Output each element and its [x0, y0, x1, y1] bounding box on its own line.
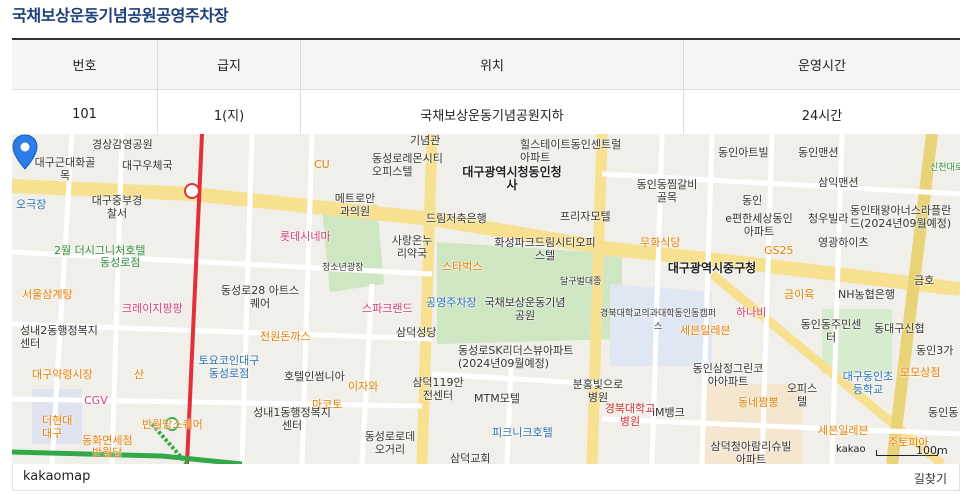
- map-label[interactable]: 사랑온누리약국: [387, 234, 437, 260]
- map-label[interactable]: 서울삼계탕: [22, 288, 73, 301]
- map-label[interactable]: 성내1동행정복지센터: [252, 406, 332, 432]
- map-label[interactable]: 롯데시네마: [280, 230, 331, 243]
- map-label[interactable]: 힐스테이트동인센트럴아파트: [520, 138, 630, 164]
- map-label[interactable]: 금호: [914, 274, 934, 287]
- map-label[interactable]: CGV: [84, 394, 108, 407]
- map-label[interactable]: 대구동인초등학교: [838, 370, 898, 396]
- map-label[interactable]: 삼덕교회: [450, 452, 490, 464]
- scale-label: 100m: [916, 444, 948, 457]
- map-label[interactable]: 이자와: [348, 380, 378, 393]
- header-number: 번호: [12, 39, 158, 90]
- map-label[interactable]: 동인동주민센터: [796, 318, 866, 344]
- header-hours: 운영시간: [683, 39, 960, 90]
- map-label[interactable]: 산: [134, 368, 144, 381]
- map-label[interactable]: 더현대대구: [42, 414, 82, 440]
- map-label[interactable]: 대구광역시청동인청사: [462, 166, 562, 192]
- map-label[interactable]: 동인삼정그린코아아파트: [688, 362, 768, 388]
- cell-grade: 1(지): [157, 89, 301, 139]
- map-label[interactable]: 동인: [742, 194, 762, 207]
- map-label[interactable]: 반월당스퀘어: [142, 418, 203, 431]
- location-pin-icon[interactable]: [12, 134, 38, 170]
- map-label[interactable]: 청소년광장: [322, 262, 363, 275]
- map-label[interactable]: NH농협은행: [838, 288, 895, 301]
- map-label[interactable]: 동인3가: [916, 344, 953, 357]
- map-label[interactable]: 대구우체국: [122, 159, 173, 172]
- map-label[interactable]: 드림저축은행: [426, 212, 487, 225]
- map-label[interactable]: MTM모텔: [474, 392, 520, 405]
- map-label[interactable]: 신천대로: [930, 162, 960, 175]
- map-label[interactable]: 경북대학교병원: [600, 402, 660, 428]
- map-label[interactable]: 공영주차장: [426, 296, 477, 309]
- table-row: 101 1(지) 국채보상운동기념공원지하 24시간: [12, 89, 960, 139]
- map-label[interactable]: 동인동: [928, 406, 958, 419]
- map-label[interactable]: 스타벅스: [442, 260, 482, 273]
- map-label[interactable]: 동성로레몬시티오피스텔: [372, 152, 452, 178]
- kakaomap-logo[interactable]: kakaomap: [23, 469, 90, 484]
- map-label[interactable]: 동성로로데오거리: [360, 430, 420, 456]
- map-label[interactable]: 메트로안과의원: [330, 192, 380, 218]
- map-label[interactable]: 세븐일레븐: [680, 324, 731, 337]
- map-label[interactable]: 국채보상운동기념공원: [480, 296, 570, 322]
- map-label[interactable]: 청우빌라: [808, 212, 848, 225]
- cell-number: 101: [12, 89, 158, 139]
- map-label[interactable]: 대구근대화골목: [30, 156, 100, 182]
- map-label[interactable]: 오극장: [16, 198, 46, 211]
- map-label[interactable]: 전원돈까스: [260, 330, 311, 343]
- map-label[interactable]: 하나비: [736, 306, 766, 319]
- kakao-mark: kakao: [836, 444, 866, 455]
- map-footer: kakaomap 길찾기: [12, 464, 960, 491]
- map-label[interactable]: 삼익맨션: [818, 176, 858, 189]
- map-label[interactable]: iM뱅크: [652, 406, 685, 419]
- map-label[interactable]: 반월당: [92, 446, 122, 459]
- map-label[interactable]: 동인동찜갈비골목: [632, 178, 702, 204]
- map-label[interactable]: 모모상점: [900, 366, 940, 379]
- map-label[interactable]: 오피스텔: [782, 382, 822, 408]
- map-label[interactable]: 대구광역시중구청: [662, 262, 762, 275]
- map-label[interactable]: 동성로28 아트스퀘어: [220, 284, 300, 310]
- map-label[interactable]: 토요코인대구동성로점: [194, 354, 264, 380]
- map-label[interactable]: 삼덕성당: [396, 326, 436, 339]
- parking-info-table: 번호 급지 위치 운영시간 101 1(지) 국채보상운동기념공원지하 24시간: [12, 38, 960, 139]
- map-label[interactable]: GS25: [764, 244, 794, 257]
- header-location: 위치: [300, 39, 684, 90]
- map-label[interactable]: 동성로점: [100, 256, 140, 269]
- map-label[interactable]: 동인아트빌: [718, 146, 769, 159]
- map-label[interactable]: 호텔인썸니아: [284, 370, 345, 383]
- map-label[interactable]: e편한세상동인아파트: [724, 212, 794, 238]
- map-label[interactable]: 대구중부경찰서: [87, 194, 147, 220]
- header-grade: 급지: [157, 39, 301, 90]
- map-label[interactable]: 동인태왕아너스라플란드(2024년09월예정): [850, 204, 960, 230]
- map-label[interactable]: 세븐일레븐: [818, 424, 869, 437]
- map-label[interactable]: 피크니크호텔: [492, 426, 553, 439]
- find-route-link[interactable]: 길찾기: [914, 470, 947, 487]
- map-label[interactable]: 화성파크드림시티오피스텔: [490, 236, 600, 262]
- map-label[interactable]: 크레이지팡팡: [122, 302, 183, 315]
- map-label[interactable]: 분홍빛으로병원: [568, 378, 628, 404]
- map-label[interactable]: 스파크랜드: [362, 302, 413, 315]
- map-label[interactable]: 달구벌대종: [560, 276, 601, 289]
- map-label[interactable]: 성내2동행정복지센터: [20, 324, 100, 350]
- kakao-map[interactable]: 경상감영공원 대구우체국 대구근대화골목 대구중부경찰서 오극장 2월 더시그니…: [12, 134, 960, 464]
- map-label[interactable]: 영광하이츠: [818, 236, 869, 249]
- map-label[interactable]: 동네짬뽕: [738, 396, 778, 409]
- page-title: 국채보상운동기념공원공영주차장: [12, 6, 229, 25]
- map-label[interactable]: 무화식당: [640, 236, 680, 249]
- map-label[interactable]: 대구약령시장: [32, 368, 93, 381]
- map-label[interactable]: 삼덕청아람리슈빌아파트: [706, 440, 796, 464]
- cell-hours: 24시간: [683, 89, 960, 139]
- map-label[interactable]: 금이육: [784, 288, 814, 301]
- map-label[interactable]: 동인맨션: [798, 146, 838, 159]
- map-label[interactable]: 경상감영공원: [92, 138, 153, 151]
- map-label[interactable]: 동성로SK리더스뷰아파트(2024년09월예정): [458, 344, 588, 370]
- cell-location: 국채보상운동기념공원지하: [300, 89, 684, 139]
- map-label[interactable]: 기념관: [410, 134, 440, 147]
- map-label[interactable]: CU: [314, 158, 330, 171]
- map-label[interactable]: 동대구신협: [874, 322, 925, 335]
- map-label[interactable]: 삼덕119안전센터: [408, 376, 468, 402]
- map-label[interactable]: 프리자모텔: [560, 210, 611, 223]
